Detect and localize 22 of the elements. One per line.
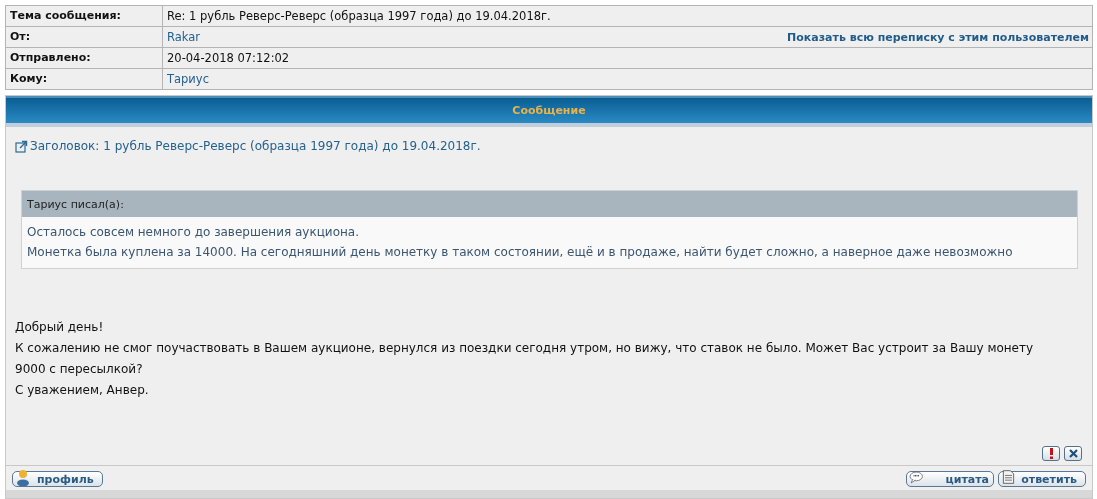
report-icon[interactable] [1042, 446, 1060, 461]
user-link[interactable]: Rakar [167, 30, 201, 44]
quote-text: Монетка была куплена за 14000. На сегодняшний день монетку в таком состоянии, ещё и в продаже, найти будет сложно, а наверное даже невозможно [27, 244, 1014, 261]
field-label: Кому: [6, 69, 163, 89]
quote-text: Осталось совсем немного до завершения аукциона. [27, 224, 360, 241]
field-value: Re: 1 рубль Реверс-Реверс (образца 1997 года) до 19.04.2018г. [167, 9, 551, 23]
conversation-link[interactable]: Показать всю переписку с этим пользователем [787, 30, 1089, 44]
external-link-icon [15, 139, 28, 153]
footer-button[interactable]: цитата [906, 471, 994, 487]
topic-link[interactable]: Заголовок: 1 рубль Реверс-Реверс (образца 1997 года) до 19.04.2018г. [30, 139, 481, 153]
close-icon[interactable] [1064, 446, 1082, 461]
footer-button[interactable]: профиль [12, 471, 103, 487]
field-value: 20-04-2018 07:12:02 [167, 51, 290, 65]
footer-button[interactable]: ответить [998, 471, 1086, 487]
message-text: Добрый день! [15, 319, 105, 336]
speech-bubble-icon [909, 468, 924, 486]
user-link[interactable]: Тариус [167, 72, 209, 86]
message-text: К сожалению не смог поучаствовать в Вашем аукционе, вернулся из поездки сегодня утром, но вижу, что ставок не было. Может Вас устроит за Вашу монету 9000 с пересылкой? [15, 340, 1035, 378]
message-text: С уважением, Анвер. [15, 382, 150, 399]
panel-title: Сообщение [512, 104, 586, 117]
quote-author: Тариус писал(а): [27, 197, 124, 211]
user-icon [15, 468, 31, 486]
